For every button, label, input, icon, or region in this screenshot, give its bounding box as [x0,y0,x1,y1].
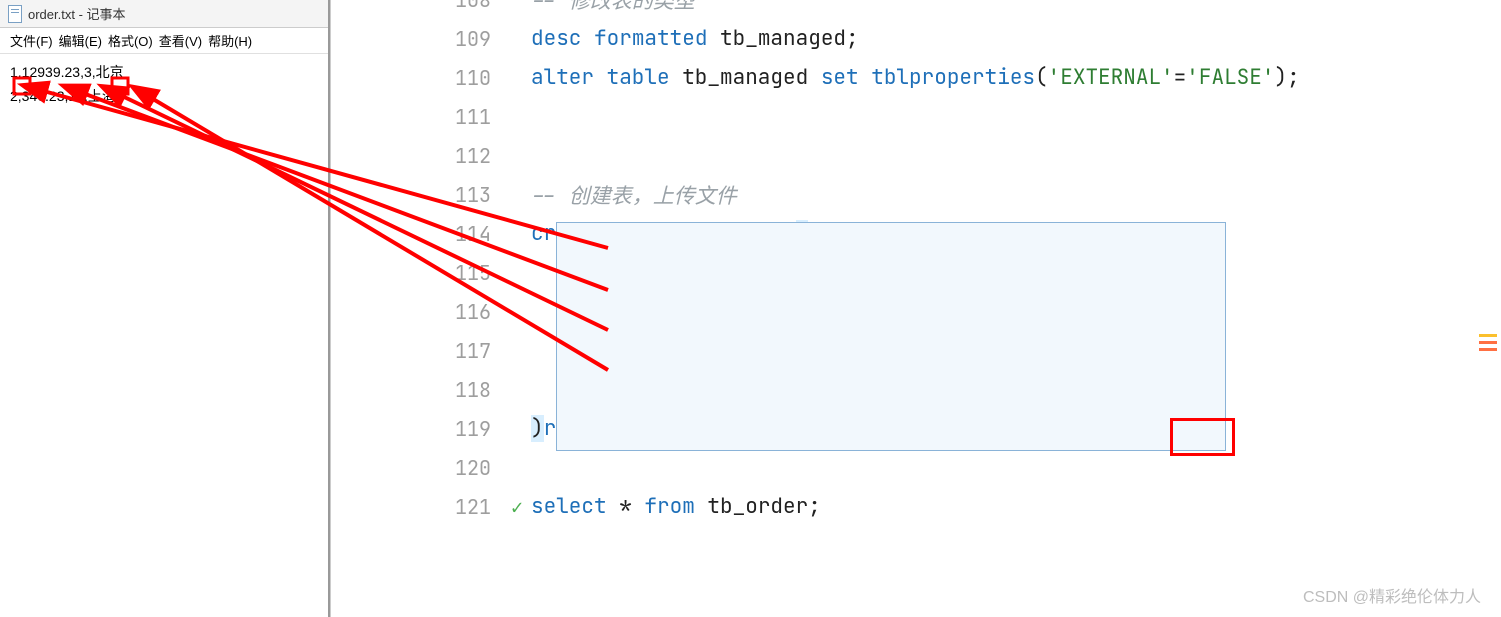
code-line[interactable]: 112 [331,136,1501,175]
menu-edit[interactable]: 编辑(E) [59,31,102,50]
line-number: 116 [331,299,531,325]
code-content: create table tb_order( [531,220,808,247]
code-line[interactable]: 111 [331,97,1501,136]
line-number: 121✓ [331,494,531,520]
code-line[interactable]: 120 [331,448,1501,487]
menu-help[interactable]: 帮助(H) [208,31,252,50]
code-content: desc formatted tb_managed; [531,25,859,52]
line-number: 108 [331,0,531,13]
notepad-window: order.txt - 记事本 文件(F) 编辑(E) 格式(O) 查看(V) … [0,0,330,617]
code-content: total_price decimal(10,2), [531,298,909,325]
code-content: )row format delimited fields terminated … [531,415,1136,442]
watermark: CSDN @精彩绝伦体力人 [1303,583,1481,607]
code-line[interactable]: 116 total_price decimal(10,2), [331,292,1501,331]
code-content: total_number int, [531,337,796,364]
line-number: 109 [331,26,531,52]
check-icon: ✓ [511,494,523,520]
line-number: 113 [331,182,531,208]
line-number: 110 [331,65,531,91]
code-line[interactable]: 114create table tb_order( [331,214,1501,253]
menu-file[interactable]: 文件(F) [10,31,53,50]
line-number: 114 [331,221,531,247]
line-number: 117 [331,338,531,364]
line-number: 115 [331,260,531,286]
code-content: address string [531,376,758,403]
code-content: -- 创建表，上传文件 [531,180,737,210]
code-content: id int, [531,259,670,286]
code-line[interactable]: 115 id int, [331,253,1501,292]
line-number: 111 [331,104,531,130]
code-line[interactable]: 110alter table tb_managed set tblpropert… [331,58,1501,97]
notepad-menubar: 文件(F) 编辑(E) 格式(O) 查看(V) 帮助(H) [0,28,328,54]
code-line[interactable]: 117 total_number int, [331,331,1501,370]
code-line[interactable]: 118 address string [331,370,1501,409]
minimap [1479,330,1497,355]
notepad-body[interactable]: 1,12939.23,3,北京 2,346.23,10,上海 [0,54,328,114]
line-number: 112 [331,143,531,169]
notepad-titlebar: order.txt - 记事本 [0,0,328,28]
notepad-line: 2,346.23,10,上海 [10,84,318,108]
code-line[interactable]: 119)row format delimited fields terminat… [331,409,1501,448]
code-content: alter table tb_managed set tblproperties… [531,64,1300,91]
line-number: 118 [331,377,531,403]
line-number: 120 [331,455,531,481]
notepad-title: order.txt - 记事本 [28,4,126,23]
notepad-line: 1,12939.23,3,北京 [10,60,318,84]
menu-view[interactable]: 查看(V) [159,31,202,50]
menu-format[interactable]: 格式(O) [108,31,153,50]
line-number: 119 [331,416,531,442]
code-content: -- 修改表的类型 [531,0,695,15]
code-line[interactable]: 121✓select * from tb_order; [331,487,1501,526]
file-icon [8,5,22,23]
code-content: select * from tb_order; [531,493,821,520]
code-line[interactable]: 109desc formatted tb_managed; [331,19,1501,58]
code-editor[interactable]: 108-- 修改表的类型109desc formatted tb_managed… [330,0,1501,617]
code-line[interactable]: 113-- 创建表，上传文件 [331,175,1501,214]
code-line[interactable]: 108-- 修改表的类型 [331,0,1501,19]
